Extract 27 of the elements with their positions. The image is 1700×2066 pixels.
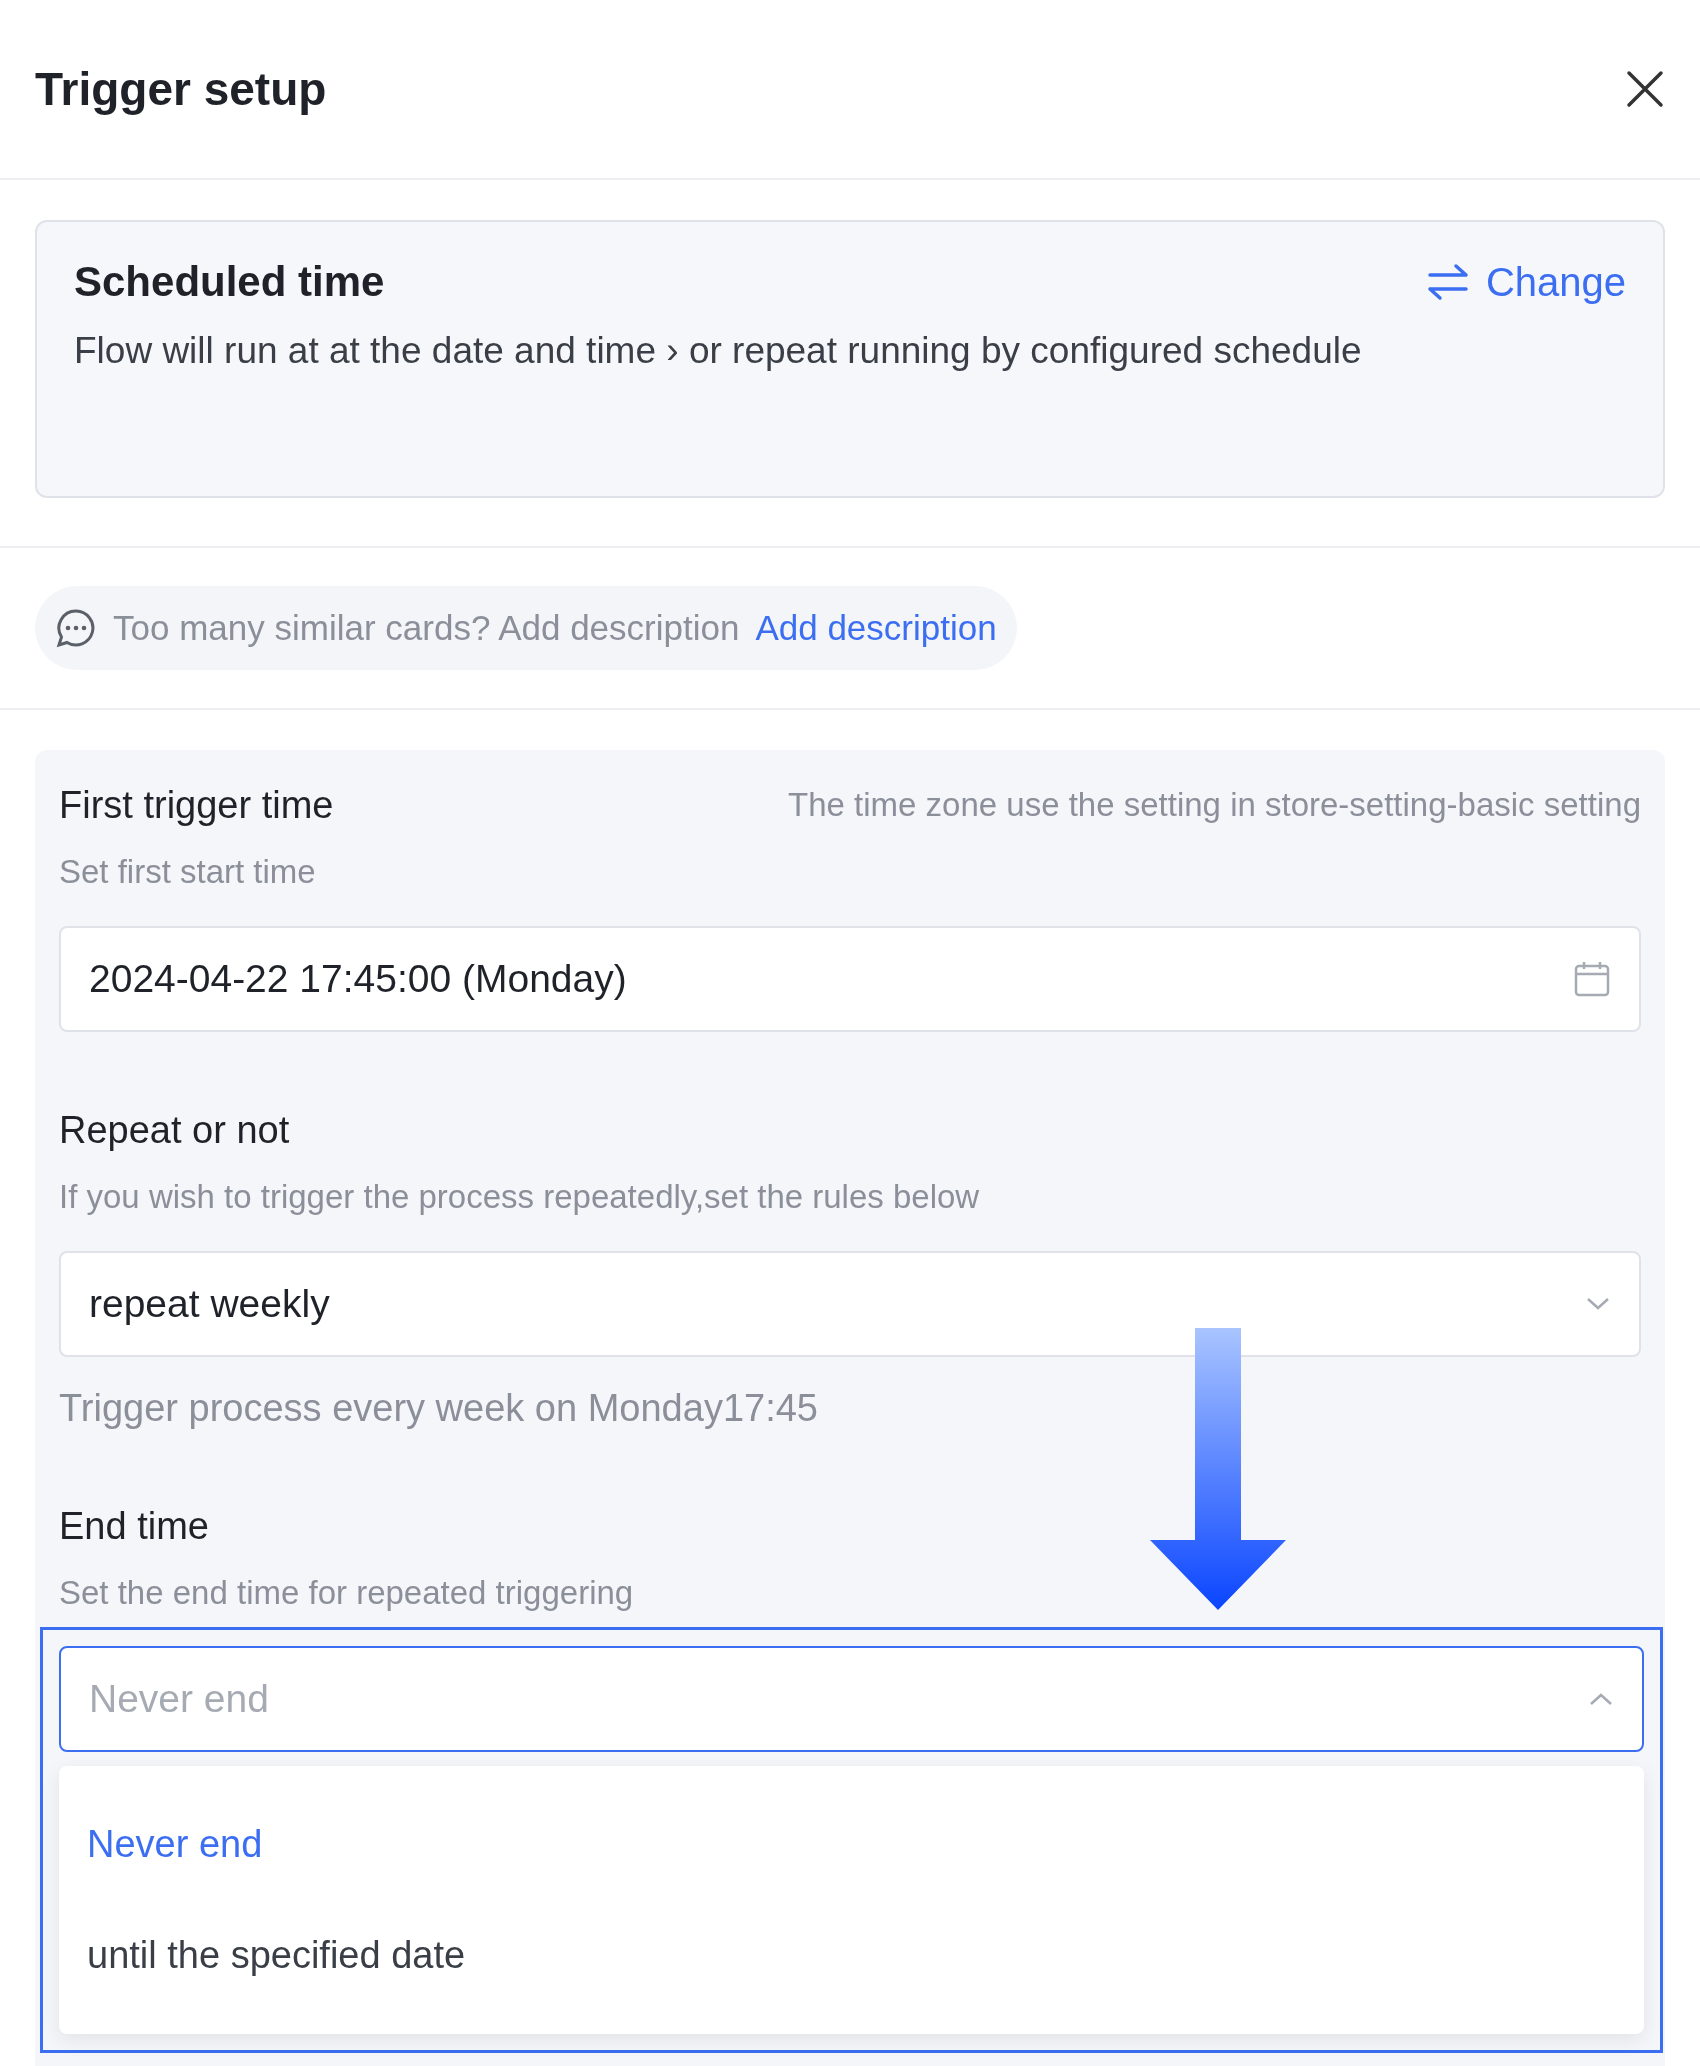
change-link[interactable]: Change	[1425, 252, 1626, 312]
close-button[interactable]	[1625, 69, 1665, 109]
chevron-up-icon	[1588, 1691, 1614, 1707]
hint-text: Too many similar cards? Add description	[113, 606, 740, 649]
comment-icon	[55, 607, 97, 649]
chevron-down-icon	[1585, 1296, 1611, 1312]
field-hint: If you wish to trigger the process repeatedly,set the rules below	[59, 1177, 981, 1217]
field-hint: Set the end time for repeated triggering	[59, 1573, 635, 1613]
helper-text: Trigger process every week on Monday17:45	[59, 1388, 819, 1428]
card-title: Scheduled time	[74, 257, 385, 307]
card-description: Flow will run at at the date and time › or repeat running by configured schedule	[74, 329, 1363, 373]
select-field[interactable]: Never end	[59, 1646, 1644, 1752]
date-field[interactable]: 2024-04-22 17:45:00 (Monday)	[59, 926, 1641, 1032]
swap-icon	[1425, 262, 1470, 302]
select-field[interactable]: repeat weekly	[59, 1251, 1641, 1357]
field-label: First trigger time	[59, 783, 334, 828]
close-icon	[1625, 69, 1665, 109]
timezone-note: The time zone use the setting in store-setting-basic setting	[788, 785, 1641, 826]
dropdown-option[interactable]: Never end	[59, 1789, 1644, 1900]
dropdown-option[interactable]: until the specified date	[59, 1900, 1644, 2011]
add-description-link[interactable]: Add description	[755, 601, 997, 655]
panel-title: Trigger setup	[35, 61, 327, 117]
field-label: End time	[59, 1504, 209, 1549]
field-hint: Set first start time	[59, 852, 317, 892]
field-label: Repeat or not	[59, 1108, 290, 1153]
calendar-icon	[1573, 960, 1611, 998]
down-arrow-icon	[1150, 1328, 1286, 1610]
